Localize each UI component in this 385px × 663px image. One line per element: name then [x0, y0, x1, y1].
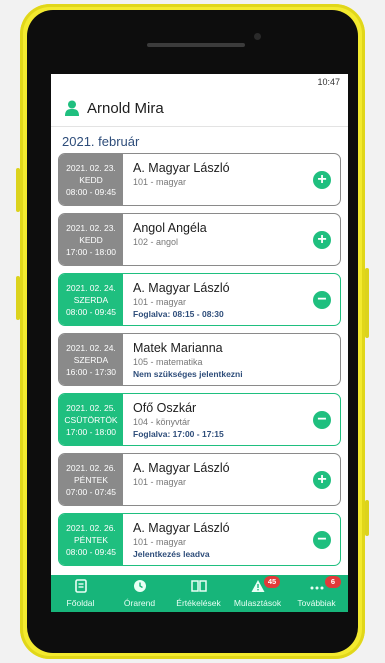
lesson-date-block: 2021. 02. 26. PÉNTEK 08:00 - 09:45	[59, 514, 123, 565]
lesson-subject: 104 - könyvtár	[133, 417, 191, 427]
absences-badge: 45	[264, 576, 280, 588]
lesson-day: CSÜTÖRTÖK	[64, 414, 118, 425]
nav-item-absences[interactable]: 45 Mulasztások	[228, 575, 287, 612]
lesson-subject: 101 - magyar	[133, 537, 187, 547]
lesson-teacher: A. Magyar László	[133, 521, 230, 535]
lesson-note: Foglalva: 08:15 - 08:30	[133, 309, 224, 319]
nav-item-grades[interactable]: Értékelések	[169, 575, 228, 612]
lesson-time: 08:00 - 09:45	[65, 306, 117, 317]
remove-booking-button[interactable]: −	[313, 531, 331, 549]
lesson-day: SZERDA	[73, 354, 109, 365]
home-icon	[74, 579, 87, 593]
lesson-day: PÉNTEK	[73, 534, 108, 545]
lesson-teacher: Ofő Oszkár	[133, 401, 197, 415]
lesson-subject: 101 - magyar	[133, 297, 187, 307]
lesson-subject: 102 - angol	[133, 237, 179, 247]
lesson-card[interactable]: 2021. 02. 24. SZERDA 08:00 - 09:45 A. Ma…	[58, 273, 341, 326]
lesson-date-block: 2021. 02. 23. KEDD 08:00 - 09:45	[59, 154, 123, 205]
lesson-day: SZERDA	[73, 294, 109, 305]
user-icon	[65, 100, 79, 116]
book-icon	[190, 580, 207, 592]
app-header: Arnold Mira	[51, 90, 348, 127]
lesson-card[interactable]: 2021. 02. 23. KEDD 17:00 - 18:00 Angol A…	[58, 213, 341, 266]
nav-item-more[interactable]: 6 Továbbiak	[287, 575, 346, 612]
lesson-date-block: 2021. 02. 23. KEDD 17:00 - 18:00	[59, 214, 123, 265]
phone-side-button	[365, 500, 369, 536]
remove-booking-button[interactable]: −	[313, 291, 331, 309]
lesson-date: 2021. 02. 24.	[66, 282, 116, 293]
lesson-date: 2021. 02. 24.	[66, 342, 116, 353]
lesson-date: 2021. 02. 23.	[66, 222, 116, 233]
lesson-date: 2021. 02. 26.	[66, 522, 116, 533]
add-booking-button[interactable]: +	[313, 231, 331, 249]
lesson-date-block: 2021. 02. 26. PÉNTEK 07:00 - 07:45	[59, 454, 123, 505]
nav-label: Főoldal	[66, 598, 95, 608]
lesson-teacher: A. Magyar László	[133, 161, 230, 175]
nav-label: Értékelések	[176, 598, 221, 608]
lesson-teacher: Angol Angéla	[133, 221, 207, 235]
lesson-day: KEDD	[79, 174, 103, 185]
nav-label: Órarend	[123, 598, 156, 608]
user-name[interactable]: Arnold Mira	[87, 100, 164, 117]
lesson-date: 2021. 02. 26.	[66, 462, 116, 473]
phone-side-button	[365, 268, 369, 338]
lesson-teacher: A. Magyar László	[133, 281, 230, 295]
remove-booking-button[interactable]: −	[313, 411, 331, 429]
lesson-time: 16:00 - 17:30	[65, 366, 117, 377]
lesson-card[interactable]: 2021. 02. 24. SZERDA 16:00 - 17:30 Matek…	[58, 333, 341, 386]
lesson-time: 17:00 - 18:00	[65, 426, 117, 437]
add-booking-button[interactable]: +	[313, 471, 331, 489]
clock-icon	[133, 580, 146, 592]
lesson-date-block: 2021. 02. 24. SZERDA 16:00 - 17:30	[59, 334, 123, 385]
lesson-time: 07:00 - 07:45	[65, 486, 117, 497]
lesson-card[interactable]: 2021. 02. 23. KEDD 08:00 - 09:45 A. Magy…	[58, 153, 341, 206]
lesson-note: Foglalva: 17:00 - 17:15	[133, 429, 224, 439]
more-icon	[310, 586, 323, 590]
lesson-time: 17:00 - 18:00	[65, 246, 117, 257]
lesson-teacher: Matek Marianna	[133, 341, 223, 355]
status-bar: 10:47	[51, 74, 348, 90]
nav-item-home[interactable]: Főoldal	[51, 575, 110, 612]
nav-label: Mulasztások	[233, 598, 282, 608]
lesson-day: PÉNTEK	[73, 474, 108, 485]
phone-side-button	[16, 168, 20, 212]
lesson-subject: 101 - magyar	[133, 177, 187, 187]
lesson-note: Nem szükséges jelentkezni	[133, 369, 243, 379]
lesson-card[interactable]: 2021. 02. 26. PÉNTEK 07:00 - 07:45 A. Ma…	[58, 453, 341, 506]
lesson-day: KEDD	[79, 234, 103, 245]
month-heading: 2021. február	[62, 134, 140, 149]
lesson-time: 08:00 - 09:45	[65, 546, 117, 557]
bottom-navigation: Főoldal Órarend Értékelések 45 Mulasztás…	[51, 575, 348, 612]
lesson-teacher: A. Magyar László	[133, 461, 230, 475]
lesson-date-block: 2021. 02. 25. CSÜTÖRTÖK 17:00 - 18:00	[59, 394, 123, 445]
phone-speaker	[147, 43, 245, 47]
lesson-date: 2021. 02. 25.	[66, 402, 116, 413]
lesson-note: Jelentkezés leadva	[133, 549, 210, 559]
lesson-subject: 105 - matematika	[133, 357, 203, 367]
lesson-card[interactable]: 2021. 02. 25. CSÜTÖRTÖK 17:00 - 18:00 Of…	[58, 393, 341, 446]
app-screen: 10:47 Arnold Mira 2021. február 2021. 02…	[51, 74, 348, 612]
lesson-card[interactable]: 2021. 02. 26. PÉNTEK 08:00 - 09:45 A. Ma…	[58, 513, 341, 566]
phone-camera	[254, 33, 261, 40]
add-booking-button[interactable]: +	[313, 171, 331, 189]
nav-item-timetable[interactable]: Órarend	[110, 575, 169, 612]
lesson-subject: 101 - magyar	[133, 477, 187, 487]
lesson-date-block: 2021. 02. 24. SZERDA 08:00 - 09:45	[59, 274, 123, 325]
nav-label: Továbbiak	[297, 598, 336, 608]
lesson-time: 08:00 - 09:45	[65, 186, 117, 197]
warning-icon	[251, 580, 264, 592]
lesson-date: 2021. 02. 23.	[66, 162, 116, 173]
status-time: 10:47	[317, 77, 340, 87]
more-badge: 6	[325, 576, 341, 588]
phone-side-button	[16, 276, 20, 320]
